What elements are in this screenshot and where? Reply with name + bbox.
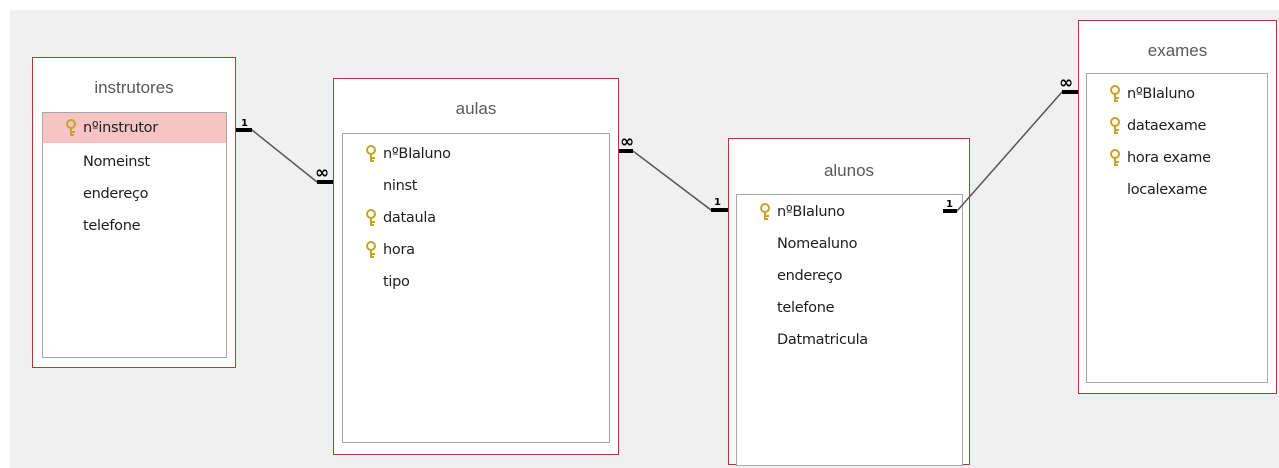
relationship-alunos-exames[interactable]	[943, 90, 1078, 213]
cardinality-label: ∞	[315, 163, 329, 183]
cardinality-label: 1	[241, 118, 248, 129]
cardinality-label: ∞	[1059, 73, 1073, 93]
relationship-lines: 1 ∞ ∞ 1 1 ∞	[236, 73, 1078, 213]
relationship-aulas-alunos[interactable]	[619, 149, 728, 212]
cardinality-label: 1	[714, 197, 721, 208]
cardinality-label: ∞	[620, 132, 634, 152]
cardinality-label: 1	[946, 199, 953, 210]
